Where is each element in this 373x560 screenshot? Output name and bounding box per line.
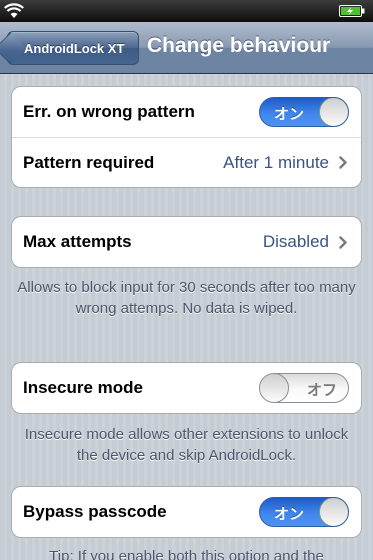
pattern-required-row[interactable]: Pattern required After 1 minute bbox=[12, 137, 361, 187]
pattern-required-value: After 1 minute bbox=[223, 152, 329, 172]
insecure-mode-row: Insecure mode オフ bbox=[12, 363, 361, 413]
max-attempts-value: Disabled bbox=[262, 232, 329, 251]
settings-group-bypass: Bypass passcode オン bbox=[11, 486, 362, 538]
insecure-mode-switch[interactable]: オフ bbox=[259, 373, 349, 403]
settings-group-insecure: Insecure mode オフ bbox=[11, 362, 362, 414]
page-title: Change behaviour bbox=[147, 34, 331, 57]
settings-group-attempts: Max attempts Disabled bbox=[11, 216, 362, 268]
bypass-passcode-footer-note: Tip: If you enable both this option and … bbox=[49, 548, 324, 560]
insecure-mode-footer-note: Insecure mode allows other extensions to… bbox=[24, 426, 349, 464]
status-bar bbox=[0, 0, 373, 22]
err-on-wrong-pattern-row: Err. on wrong pattern オン bbox=[12, 87, 361, 137]
bypass-passcode-row: Bypass passcode オン bbox=[12, 487, 361, 537]
switch-state-text: オン bbox=[274, 106, 305, 123]
switch-knob[interactable] bbox=[319, 498, 348, 526]
switch-state-text: オフ bbox=[306, 382, 337, 399]
navigation-bar: AndroidLock XT Change behaviour bbox=[0, 22, 373, 74]
max-attempts-label: Max attempts bbox=[23, 232, 132, 251]
back-button[interactable]: AndroidLock XT bbox=[0, 31, 139, 65]
chevron-right-icon bbox=[339, 156, 347, 169]
switch-state-text: オン bbox=[274, 506, 305, 523]
chevron-right-icon bbox=[339, 235, 347, 249]
settings-group-pattern: Err. on wrong pattern オン Pattern require… bbox=[11, 86, 362, 188]
max-attempts-footer-note: Allows to block input for 30 seconds aft… bbox=[17, 279, 356, 317]
back-arrow-shape bbox=[0, 32, 27, 65]
switch-knob[interactable] bbox=[260, 374, 289, 402]
back-button-label: AndroidLock XT bbox=[24, 40, 125, 56]
pattern-required-label: Pattern required bbox=[23, 152, 155, 172]
max-attempts-row[interactable]: Max attempts Disabled bbox=[12, 217, 361, 267]
battery-charging-icon bbox=[339, 5, 365, 17]
switch-knob[interactable] bbox=[319, 98, 348, 126]
err-on-wrong-pattern-switch[interactable]: オン bbox=[259, 97, 349, 127]
wifi-icon bbox=[4, 3, 24, 18]
bypass-passcode-switch[interactable]: オン bbox=[259, 497, 349, 527]
